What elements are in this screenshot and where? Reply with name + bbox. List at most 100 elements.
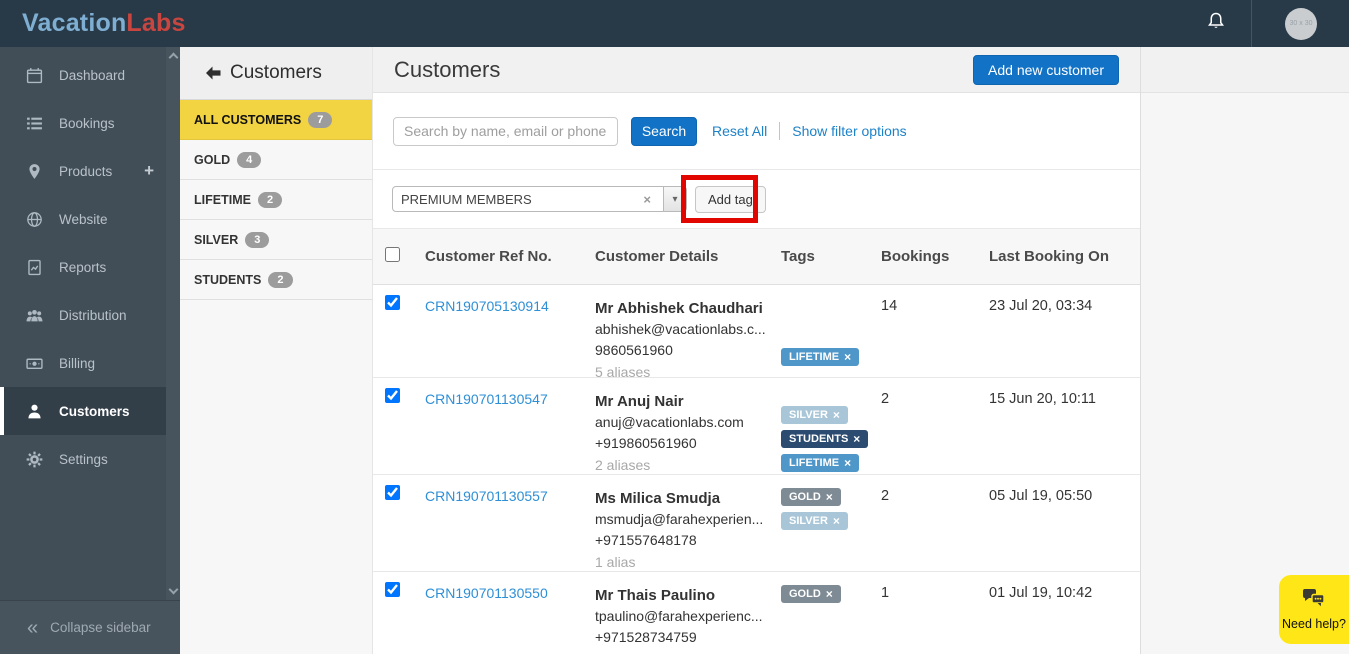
tag-select[interactable]: PREMIUM MEMBERS × ▾ — [392, 186, 687, 212]
customer-details: Mr Anuj Nair anuj@vacationlabs.com +9198… — [587, 378, 773, 476]
tag-pill: GOLD × — [781, 488, 841, 506]
customer-email: anuj@vacationlabs.com — [595, 414, 744, 430]
customer-email: tpaulino@farahexperienc... — [595, 608, 763, 624]
search-section: Search Reset All Show filter options — [373, 93, 1140, 170]
column-header-details: Customer Details — [595, 248, 719, 265]
logo-text-labs: Labs — [126, 9, 186, 37]
notifications-button[interactable] — [1181, 11, 1251, 36]
sidebar-scrollbar[interactable] — [166, 47, 180, 600]
tagnav-lifetime[interactable]: LIFETIME 2 — [180, 180, 372, 220]
remove-tag-icon[interactable]: × — [853, 433, 860, 445]
collapse-sidebar-label: Collapse sidebar — [50, 620, 151, 635]
sidebar-item-settings[interactable]: Settings — [0, 435, 166, 483]
customer-details: Mr Thais Paulino tpaulino@farahexperienc… — [587, 572, 773, 654]
sidebar-item-distribution[interactable]: Distribution — [0, 291, 166, 339]
customer-phone: +919860561960 — [595, 435, 697, 451]
count-badge: 7 — [308, 111, 333, 128]
logo-text-vacation: Vacation — [22, 9, 127, 37]
bookings-count: 2 — [881, 391, 890, 407]
tag-pill: LIFETIME × — [781, 454, 860, 472]
customer-phone: 9860561960 — [595, 342, 673, 358]
table-row: CRN190701130550 Mr Thais Paulino tpaulin… — [373, 572, 1140, 654]
tagnav-label: LIFETIME — [194, 192, 251, 207]
bookings-count: 1 — [881, 585, 890, 601]
customer-tags-sidebar: Customers ALL CUSTOMERS 7 GOLD 4 LIFETIM… — [180, 47, 372, 654]
tag-pill-label: LIFETIME — [789, 457, 840, 469]
remove-tag-icon[interactable]: × — [826, 588, 833, 600]
sidebar-item-dashboard[interactable]: Dashboard — [0, 51, 166, 99]
tagnav-label: STUDENTS — [194, 272, 262, 287]
select-all-checkbox[interactable] — [385, 247, 400, 262]
add-tag-button[interactable]: Add tag — [695, 185, 766, 213]
tagnav-gold[interactable]: GOLD 4 — [180, 140, 372, 180]
customer-email: msmudja@farahexperien... — [595, 511, 764, 527]
customer-ref-link[interactable]: CRN190701130550 — [425, 585, 548, 601]
customer-ref-link[interactable]: CRN190701130557 — [425, 488, 548, 504]
top-navbar: VacationLabs 30 x 30 — [0, 0, 1349, 47]
tag-pill-label: SILVER — [789, 409, 828, 421]
user-avatar[interactable]: 30 x 30 — [1285, 7, 1317, 40]
count-badge: 2 — [257, 191, 283, 208]
reset-all-link[interactable]: Reset All — [712, 123, 767, 139]
remove-tag-icon[interactable]: × — [833, 515, 840, 527]
remove-tag-icon[interactable]: × — [844, 351, 851, 363]
remove-tag-icon[interactable]: × — [826, 491, 833, 503]
tag-pill-label: GOLD — [789, 491, 821, 503]
sidebar-item-reports[interactable]: Reports — [0, 243, 166, 291]
customer-name: Mr Anuj Nair — [595, 393, 684, 410]
sidebar-item-label: Dashboard — [59, 67, 126, 83]
vacationlabs-logo[interactable]: VacationLabs — [22, 9, 186, 38]
plus-icon[interactable]: + — [144, 161, 154, 181]
customer-tags: GOLD × — [773, 572, 873, 654]
search-button[interactable]: Search — [631, 116, 697, 146]
tagnav-all-customers[interactable]: ALL CUSTOMERS 7 — [180, 100, 372, 140]
collapse-sidebar-button[interactable]: « Collapse sidebar — [0, 600, 180, 654]
right-gutter — [1140, 47, 1349, 654]
remove-tag-icon[interactable]: × — [833, 409, 840, 421]
table-row: CRN190705130914 Mr Abhishek Chaudhari ab… — [373, 285, 1140, 380]
sidebar-item-products[interactable]: Products + — [0, 147, 166, 195]
table-header: Customer Ref No. Customer Details Tags B… — [373, 229, 1140, 285]
customer-ref-link[interactable]: CRN190705130914 — [425, 298, 549, 314]
tagnav-students[interactable]: STUDENTS 2 — [180, 260, 372, 300]
sidebar-item-customers[interactable]: Customers — [0, 387, 166, 435]
list-icon — [26, 115, 44, 132]
customer-table-body: CRN190705130914 Mr Abhishek Chaudhari ab… — [373, 285, 1140, 654]
tagnav-silver[interactable]: SILVER 3 — [180, 220, 372, 260]
bookings-count: 2 — [881, 488, 890, 504]
clear-selection-icon[interactable]: × — [639, 192, 655, 207]
customer-aliases: 1 alias — [595, 649, 773, 654]
row-checkbox[interactable] — [385, 582, 400, 597]
row-checkbox[interactable] — [385, 295, 400, 310]
sidebar-item-billing[interactable]: Billing — [0, 339, 166, 387]
sidebar-item-label: Website — [59, 211, 108, 227]
scroll-down-icon[interactable] — [168, 584, 178, 595]
customer-ref-link[interactable]: CRN190701130547 — [425, 391, 548, 407]
sidebar-item-website[interactable]: Website — [0, 195, 166, 243]
sidebar-item-label: Reports — [59, 259, 107, 275]
show-filter-options-link[interactable]: Show filter options — [792, 123, 906, 139]
back-header-label: Customers — [230, 62, 322, 83]
customer-tags: SILVER × STUDENTS × LIFETIME × — [773, 378, 873, 476]
sidebar-item-label: Billing — [59, 355, 96, 371]
column-header-tags: Tags — [781, 248, 815, 265]
tag-pill: STUDENTS × — [781, 430, 869, 448]
customer-aliases: 1 alias — [595, 554, 636, 570]
row-checkbox[interactable] — [385, 485, 400, 500]
customer-details: Ms Milica Smudja msmudja@farahexperien..… — [587, 475, 773, 573]
count-badge: 2 — [268, 271, 293, 288]
need-help-button[interactable]: Need help? — [1279, 575, 1349, 644]
scroll-up-icon[interactable] — [168, 52, 178, 63]
page-title: Customers — [394, 56, 501, 82]
main-sidebar: Dashboard Bookings Products + Website Re… — [0, 47, 180, 654]
select-dropdown-toggle[interactable]: ▾ — [663, 187, 686, 211]
add-new-customer-button[interactable]: Add new customer — [973, 54, 1119, 85]
column-header-ref: Customer Ref No. — [425, 248, 552, 265]
customer-aliases: 2 aliases — [595, 457, 651, 473]
search-input[interactable] — [393, 116, 618, 146]
sidebar-item-bookings[interactable]: Bookings — [0, 99, 166, 147]
row-checkbox[interactable] — [385, 388, 400, 403]
customers-back-header[interactable]: Customers — [180, 47, 372, 100]
remove-tag-icon[interactable]: × — [844, 457, 851, 469]
back-arrow-icon — [204, 65, 222, 81]
